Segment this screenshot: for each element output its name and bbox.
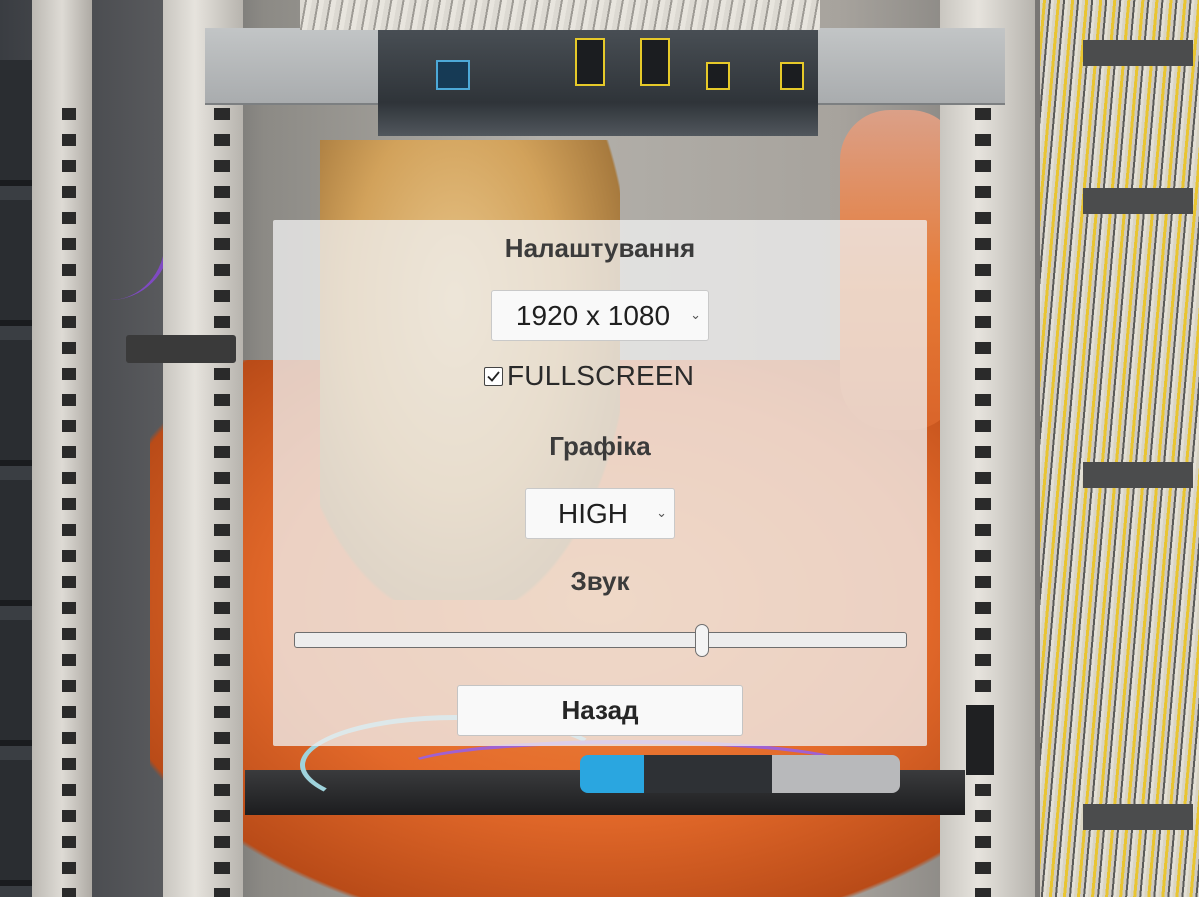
background-rack-post <box>163 0 243 897</box>
background-console-port <box>436 60 470 90</box>
background-rack-holes <box>62 100 76 897</box>
fullscreen-toggle[interactable]: FULLSCREEN <box>484 360 695 391</box>
graphics-select[interactable]: HIGH ⌄ <box>525 488 675 539</box>
background-bracket <box>1083 188 1193 214</box>
resolution-value: 1920 x 1080 <box>515 299 671 331</box>
volume-slider[interactable] <box>294 624 907 657</box>
background-bracket <box>1083 462 1193 488</box>
background-badge <box>966 705 994 775</box>
background-rack-holes <box>214 100 230 897</box>
background-port <box>640 38 670 86</box>
background-purple-cable <box>95 0 170 300</box>
graphics-value: HIGH <box>558 497 628 529</box>
volume-slider-thumb[interactable] <box>695 624 709 657</box>
chevron-down-icon: ⌄ <box>690 306 701 322</box>
background-bracket <box>1083 40 1193 66</box>
settings-title: Налаштування <box>504 233 696 263</box>
back-button[interactable]: Назад <box>457 685 743 736</box>
graphics-title: Графіка <box>549 431 651 461</box>
checkmark-icon <box>487 370 500 382</box>
background-cables <box>1040 0 1199 897</box>
background-bracket <box>126 335 236 363</box>
fullscreen-label: FULLSCREEN <box>507 360 695 391</box>
chevron-down-icon: ⌄ <box>656 504 667 520</box>
background-bracket <box>1083 804 1193 830</box>
background-port <box>780 62 804 90</box>
game-scene: Налаштування 1920 x 1080 ⌄ FULLSCREEN Гр… <box>0 0 1199 897</box>
background-port <box>575 38 605 86</box>
settings-panel: Налаштування 1920 x 1080 ⌄ FULLSCREEN Гр… <box>273 220 927 746</box>
background-rack-holes <box>975 100 991 897</box>
background-crimping-tool <box>580 755 900 793</box>
background-port <box>706 62 730 90</box>
fullscreen-checkbox[interactable] <box>484 366 503 386</box>
resolution-select[interactable]: 1920 x 1080 ⌄ <box>491 290 709 341</box>
background-cables <box>300 0 820 30</box>
sound-title: Звук <box>570 566 630 596</box>
volume-slider-track[interactable] <box>294 632 907 648</box>
